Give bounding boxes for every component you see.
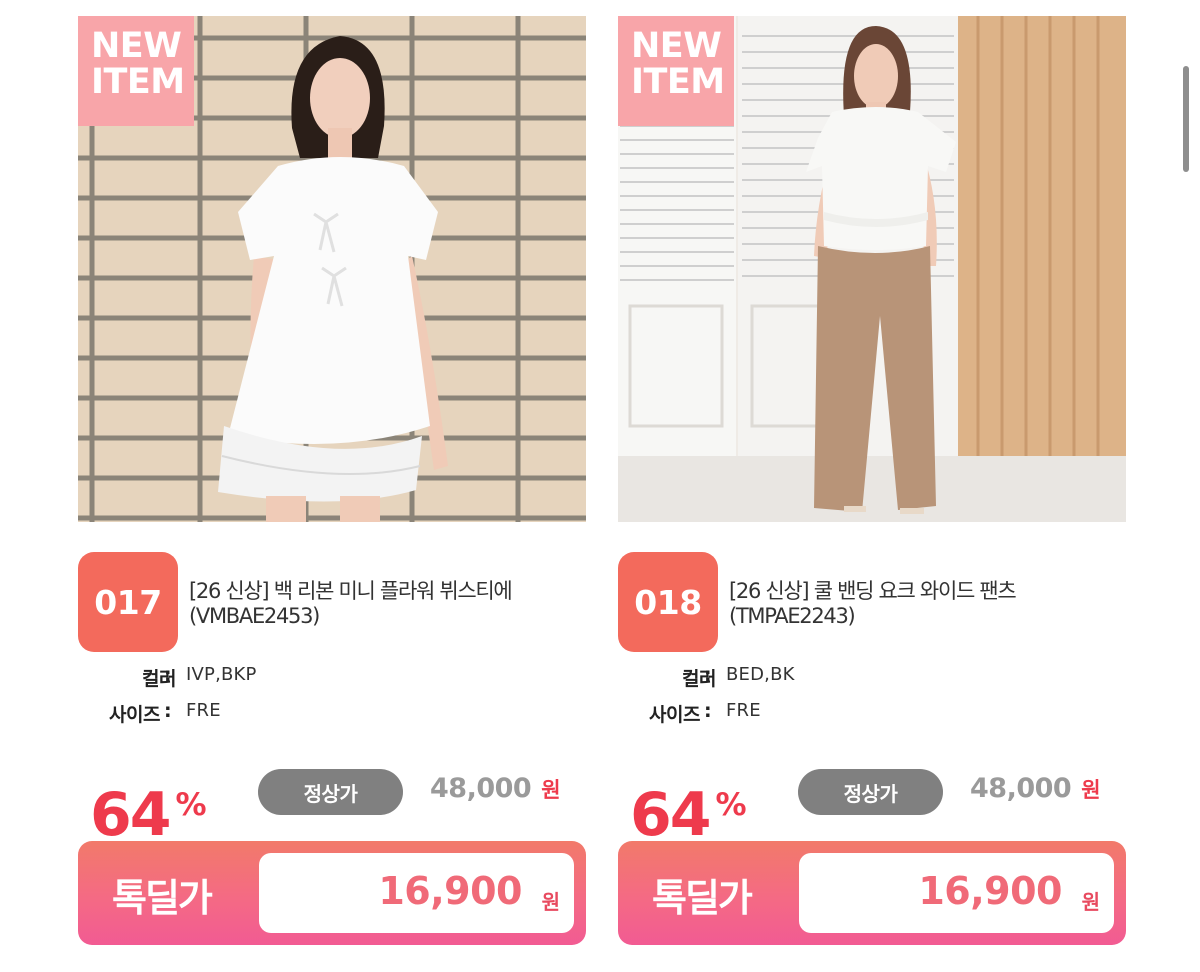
product-title-line: [26 신상] 쿨 밴딩 요크 와이드 팬츠	[729, 579, 1017, 603]
discount-rate: 64%	[630, 775, 747, 845]
colon: :	[164, 700, 172, 722]
regular-price-value: 48,000	[430, 773, 532, 804]
product-card-018[interactable]: NEW ITEM 018 [26 신상] 쿨 밴딩 요크 와이드 팬츠 (TMP…	[618, 16, 1128, 956]
regular-price-label: 정상가	[258, 769, 403, 815]
discount-unit: %	[715, 787, 747, 823]
regular-price: 48,000 원	[970, 773, 1101, 804]
discount-unit: %	[175, 787, 207, 823]
regular-price: 48,000 원	[430, 773, 561, 804]
discount-rate: 64%	[90, 775, 207, 845]
color-value: IVP,BKP	[186, 664, 257, 685]
currency-unit: 원	[1081, 890, 1100, 914]
colon: :	[704, 664, 712, 686]
size-option-row: 사이즈 : FRE	[618, 700, 1018, 726]
colon: :	[704, 700, 712, 722]
deal-price-bar[interactable]: 톡딜가 16,900 원	[78, 841, 586, 945]
regular-price-label: 정상가	[798, 769, 943, 815]
color-option-row: 컬러 : IVP,BKP	[78, 664, 478, 690]
currency-unit: 원	[541, 778, 561, 802]
discount-value: 64	[630, 780, 711, 850]
product-card-017[interactable]: NEW ITEM 017 [26 신상] 백 리본 미니 플라워 뷔스티에 (V…	[78, 16, 588, 956]
regular-price-value: 48,000	[970, 773, 1072, 804]
product-title-line: [26 신상] 백 리본 미니 플라워 뷔스티에	[189, 579, 513, 603]
size-value: FRE	[186, 700, 221, 721]
discount-value: 64	[90, 780, 171, 850]
deal-price-value: 16,900	[378, 869, 522, 913]
currency-unit: 원	[541, 890, 560, 914]
deal-price-box: 16,900 원	[259, 853, 574, 933]
deal-price-box: 16,900 원	[799, 853, 1114, 933]
currency-unit: 원	[1081, 778, 1101, 802]
colon: :	[164, 664, 172, 686]
deal-price-bar[interactable]: 톡딜가 16,900 원	[618, 841, 1126, 945]
product-title[interactable]: [26 신상] 백 리본 미니 플라워 뷔스티에 (VMBAE2453)	[189, 579, 584, 629]
product-number-badge: 017	[78, 552, 178, 652]
product-code: (TMPAE2243)	[729, 604, 856, 628]
color-option-row: 컬러 : BED,BK	[618, 664, 1018, 690]
new-item-badge: NEW ITEM	[618, 16, 734, 126]
size-value: FRE	[726, 700, 761, 721]
product-photo[interactable]: NEW ITEM	[618, 16, 1126, 522]
size-label: 사이즈	[649, 704, 700, 726]
product-photo[interactable]: NEW ITEM	[78, 16, 586, 522]
color-label: 컬러	[142, 668, 176, 690]
color-label: 컬러	[682, 668, 716, 690]
size-label: 사이즈	[109, 704, 160, 726]
product-number-badge: 018	[618, 552, 718, 652]
product-code: (VMBAE2453)	[189, 604, 320, 628]
deal-price-value: 16,900	[918, 869, 1062, 913]
product-title[interactable]: [26 신상] 쿨 밴딩 요크 와이드 팬츠 (TMPAE2243)	[729, 579, 1124, 629]
size-option-row: 사이즈 : FRE	[78, 700, 478, 726]
vertical-scrollbar[interactable]	[1183, 66, 1189, 172]
new-item-badge: NEW ITEM	[78, 16, 194, 126]
color-value: BED,BK	[726, 664, 795, 685]
deal-label: 톡딜가	[652, 876, 753, 920]
deal-label: 톡딜가	[112, 876, 213, 920]
